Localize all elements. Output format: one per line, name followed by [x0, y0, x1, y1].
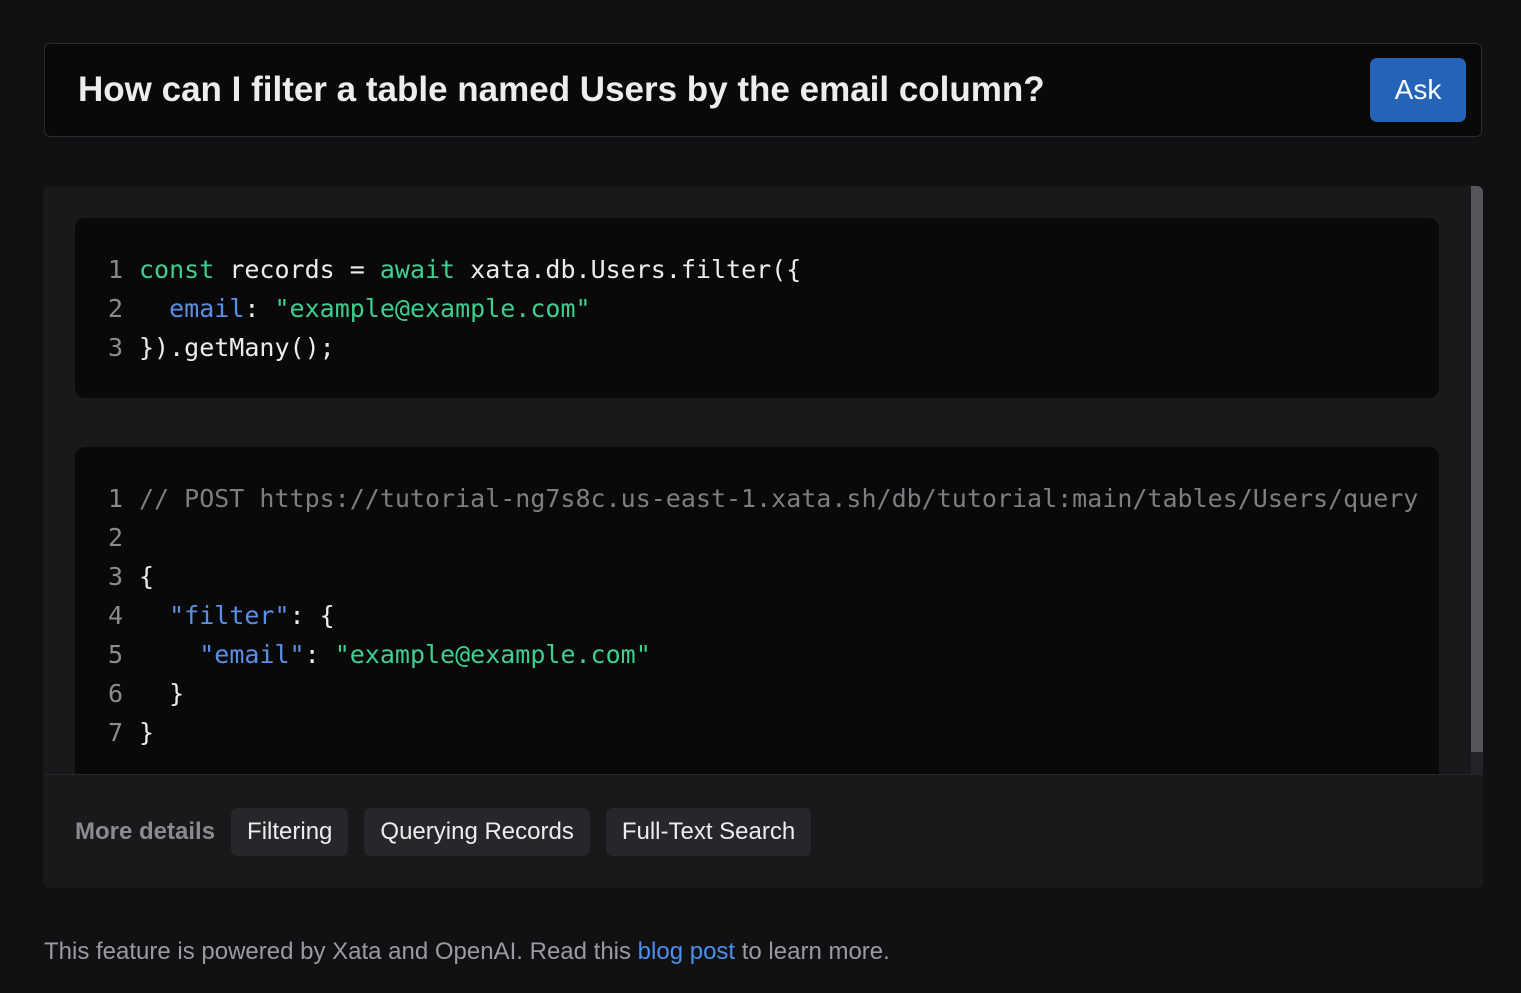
- question-bar: How can I filter a table named Users by …: [44, 43, 1482, 137]
- code-token: "example@example.com": [334, 640, 651, 669]
- footnote: This feature is powered by Xata and Open…: [44, 938, 890, 966]
- line-number: 1: [107, 255, 123, 284]
- code-line: 1 // POST https://tutorial-ng7s8c.us-east…: [75, 479, 1418, 518]
- code-token: email: [169, 294, 245, 323]
- code-token: :: [244, 294, 275, 323]
- line-number: 2: [107, 523, 123, 552]
- answer-panel: 1 const records = await xata.db.Users.fil…: [43, 186, 1483, 888]
- code-token: // POST https://tutorial-ng7s8c.us-east-…: [139, 484, 1419, 513]
- more-details-label: More details: [75, 818, 216, 845]
- line-number: 4: [107, 601, 123, 630]
- code-token: await: [379, 255, 456, 284]
- line-number: 6: [107, 679, 123, 708]
- ask-button[interactable]: Ask: [1370, 58, 1466, 122]
- code-line: 3{: [75, 557, 154, 596]
- line-number: 3: [107, 333, 123, 362]
- code-token: const: [139, 255, 215, 284]
- chip-full-text-search[interactable]: Full-Text Search: [605, 808, 812, 856]
- answer-scroll-area[interactable]: 1 const records = await xata.db.Users.fil…: [43, 186, 1483, 774]
- scrollbar[interactable]: [1471, 186, 1483, 774]
- code-line: 5 "email": "example@example.com": [75, 635, 651, 674]
- scrollbar-thumb[interactable]: [1471, 186, 1483, 752]
- code-line: 7}: [75, 713, 154, 752]
- blog-post-link[interactable]: blog post: [638, 938, 735, 965]
- code-line: 2: [75, 518, 139, 557]
- code-token: xata.db.Users.filter({: [455, 255, 802, 284]
- line-number: 7: [107, 718, 123, 747]
- code-line: 6 }: [75, 674, 184, 713]
- code-line: 4 "filter": {: [75, 596, 335, 635]
- code-token: }).getMany();: [139, 333, 335, 362]
- chip-filtering[interactable]: Filtering: [231, 808, 349, 856]
- chip-querying-records[interactable]: Querying Records: [364, 808, 590, 856]
- code-line: 1 const records = await xata.db.Users.fil…: [75, 250, 801, 289]
- footnote-text-after: to learn more.: [735, 938, 890, 965]
- code-line: 2 email: "example@example.com": [75, 289, 591, 328]
- line-number: 5: [107, 640, 123, 669]
- code-line: 3 }).getMany();: [75, 328, 335, 367]
- code-token: {: [139, 562, 155, 591]
- more-details-row: More details Filtering Querying Records …: [75, 808, 812, 856]
- code-block-rest: 1 // POST https://tutorial-ng7s8c.us-east…: [75, 447, 1439, 774]
- code-token: }: [139, 679, 185, 708]
- code-token: :: [304, 640, 335, 669]
- line-number: 1: [107, 484, 123, 513]
- code-token: : {: [289, 601, 335, 630]
- question-input[interactable]: How can I filter a table named Users by …: [78, 44, 1045, 136]
- line-number: 2: [107, 294, 123, 323]
- code-token: "email": [199, 640, 305, 669]
- code-block-sdk: 1 const records = await xata.db.Users.fil…: [75, 218, 1439, 398]
- code-token: "filter": [169, 601, 290, 630]
- divider: [43, 774, 1483, 775]
- code-token: records =: [214, 255, 380, 284]
- code-token: }: [139, 718, 155, 747]
- code-token: "example@example.com": [274, 294, 591, 323]
- footnote-text-before: This feature is powered by Xata and Open…: [44, 938, 638, 965]
- line-number: 3: [107, 562, 123, 591]
